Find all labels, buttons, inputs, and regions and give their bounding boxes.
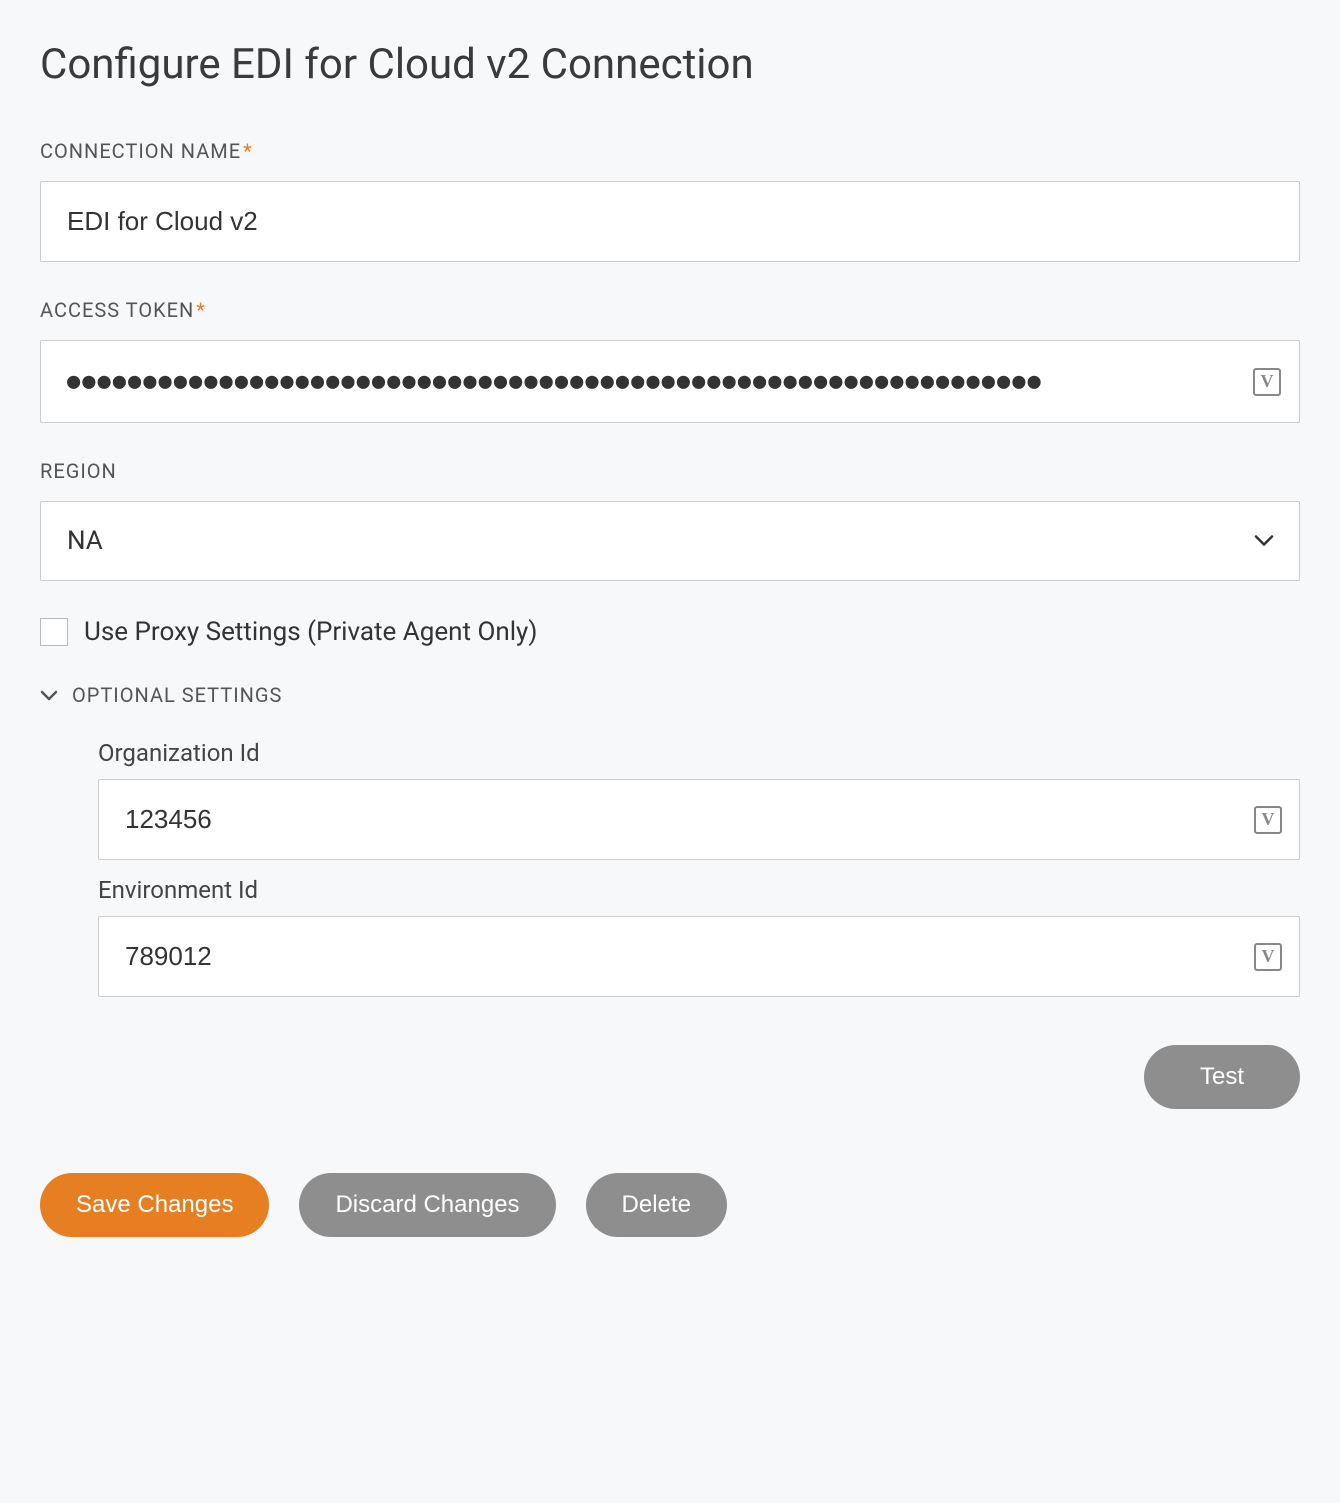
access-token-input[interactable]: ●●●●●●●●●●●●●●●●●●●●●●●●●●●●●●●●●●●●●●●●… (40, 340, 1300, 423)
use-proxy-checkbox[interactable] (40, 618, 68, 646)
discard-button[interactable]: Discard Changes (299, 1173, 555, 1237)
optional-settings-label: OPTIONAL SETTINGS (72, 683, 282, 707)
environment-id-input[interactable] (98, 916, 1300, 997)
access-token-label-text: ACCESS TOKEN (40, 298, 194, 322)
organization-id-group: Organization Id V (98, 739, 1300, 860)
region-select[interactable]: NA (40, 501, 1300, 581)
variable-icon[interactable]: V (1253, 368, 1281, 396)
connection-name-label: CONNECTION NAME* (40, 139, 1300, 163)
region-group: REGION NA (40, 459, 1300, 581)
optional-settings-panel: Organization Id V Environment Id V (98, 739, 1300, 997)
required-indicator: * (196, 298, 206, 322)
region-label: REGION (40, 459, 1300, 483)
access-token-masked-value: ●●●●●●●●●●●●●●●●●●●●●●●●●●●●●●●●●●●●●●●●… (67, 369, 1239, 394)
region-select-wrapper: NA (40, 501, 1300, 581)
use-proxy-label: Use Proxy Settings (Private Agent Only) (84, 617, 537, 647)
delete-button[interactable]: Delete (586, 1173, 727, 1237)
chevron-down-icon (40, 686, 58, 705)
test-button-row: Test (40, 1045, 1300, 1109)
connection-name-label-text: CONNECTION NAME (40, 139, 241, 163)
access-token-group: ACCESS TOKEN* ●●●●●●●●●●●●●●●●●●●●●●●●●●… (40, 298, 1300, 423)
page-title: Configure EDI for Cloud v2 Connection (40, 40, 1300, 89)
environment-id-label: Environment Id (98, 876, 1300, 904)
optional-settings-toggle[interactable]: OPTIONAL SETTINGS (40, 683, 1300, 707)
use-proxy-row: Use Proxy Settings (Private Agent Only) (40, 617, 1300, 647)
organization-id-label: Organization Id (98, 739, 1300, 767)
access-token-label: ACCESS TOKEN* (40, 298, 1300, 322)
test-button[interactable]: Test (1144, 1045, 1300, 1109)
connection-name-group: CONNECTION NAME* (40, 139, 1300, 262)
variable-icon[interactable]: V (1254, 806, 1282, 834)
environment-id-group: Environment Id V (98, 876, 1300, 997)
variable-icon[interactable]: V (1254, 943, 1282, 971)
connection-name-input[interactable] (40, 181, 1300, 262)
save-button[interactable]: Save Changes (40, 1173, 269, 1237)
organization-id-input[interactable] (98, 779, 1300, 860)
required-indicator: * (243, 139, 253, 163)
footer-buttons: Save Changes Discard Changes Delete (40, 1173, 1300, 1237)
